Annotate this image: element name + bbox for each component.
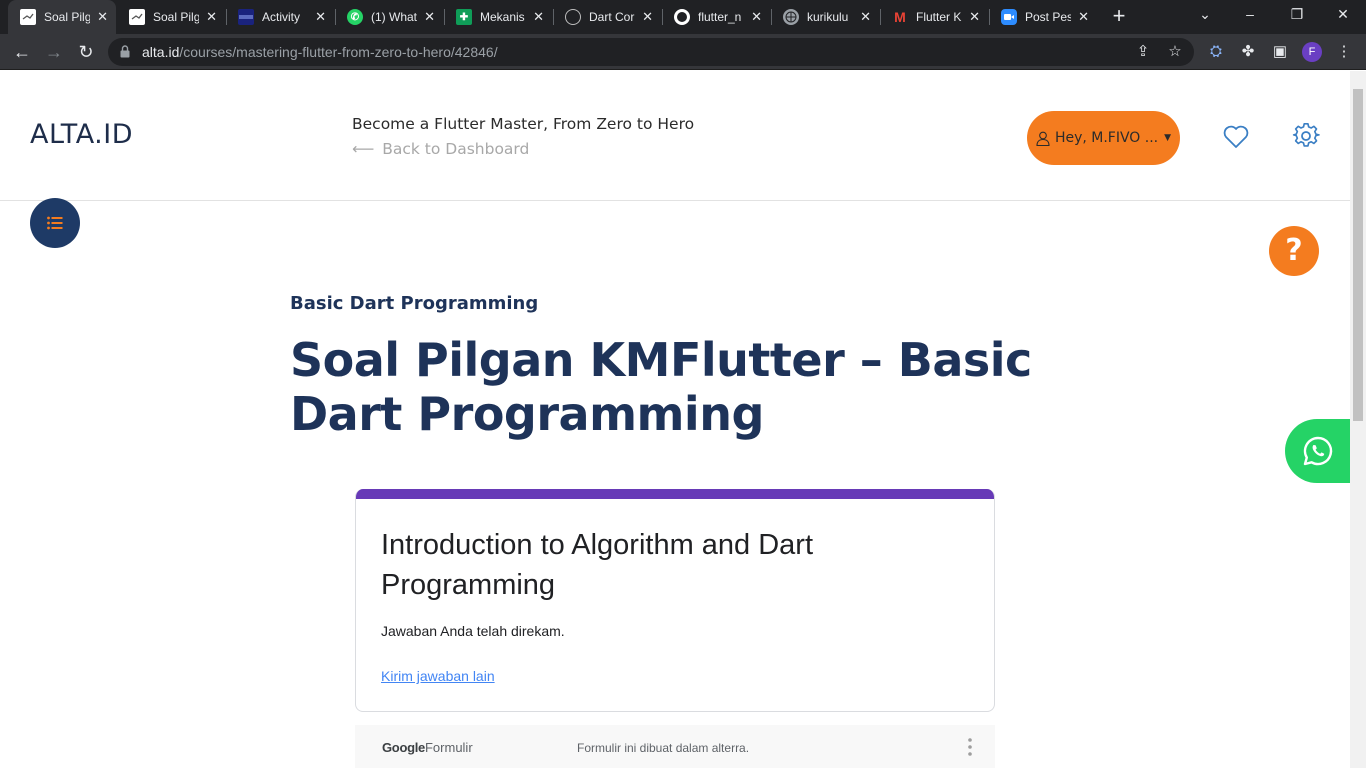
whatsapp-favicon-icon: ✆ bbox=[347, 9, 363, 25]
dart-favicon-icon bbox=[565, 9, 581, 25]
back-to-dashboard-link[interactable]: ⟵ Back to Dashboard bbox=[352, 140, 529, 158]
back-link-label: Back to Dashboard bbox=[382, 140, 530, 158]
list-icon bbox=[47, 216, 63, 230]
google-forms-logo[interactable]: GoogleFormulir bbox=[382, 740, 473, 755]
site-header: ALTA.ID Become a Flutter Master, From Ze… bbox=[0, 71, 1350, 201]
gear-icon[interactable] bbox=[1292, 122, 1320, 150]
address-bar[interactable]: alta.id/courses/mastering-flutter-from-z… bbox=[108, 38, 1194, 66]
reload-icon[interactable]: ↻ bbox=[75, 41, 97, 63]
zoom-favicon-icon bbox=[1001, 9, 1017, 25]
course-menu-button[interactable] bbox=[30, 198, 80, 248]
tab-title: Mekanis bbox=[480, 10, 525, 24]
section-label: Basic Dart Programming bbox=[290, 293, 539, 314]
browser-tab[interactable]: Soal Pilg ✕ bbox=[117, 4, 225, 30]
tab-title: Dart Cor bbox=[589, 10, 635, 24]
tab-title: Post Pes bbox=[1025, 10, 1071, 24]
globe-favicon-icon bbox=[783, 9, 799, 25]
course-title: Become a Flutter Master, From Zero to He… bbox=[352, 115, 695, 133]
menu-kebab-icon[interactable]: ⋮ bbox=[1334, 42, 1354, 62]
close-window-icon[interactable]: ✕ bbox=[1333, 6, 1353, 23]
close-tab-icon[interactable]: ✕ bbox=[642, 9, 653, 25]
tab-title: (1) What bbox=[371, 10, 417, 24]
close-tab-icon[interactable]: ✕ bbox=[969, 9, 980, 25]
whatsapp-chat-button[interactable] bbox=[1285, 419, 1350, 483]
browser-tab[interactable]: Activity ✕ bbox=[226, 4, 334, 30]
browser-tab[interactable]: kurikulu ✕ bbox=[771, 4, 879, 30]
close-tab-icon[interactable]: ✕ bbox=[1078, 9, 1089, 25]
alta-favicon-icon bbox=[20, 9, 36, 25]
scrollbar-thumb[interactable] bbox=[1353, 89, 1363, 421]
tab-title: Soal Pilg bbox=[44, 10, 90, 24]
extensions-puzzle-icon[interactable]: ✤ bbox=[1238, 42, 1258, 62]
google-forms-footer: GoogleFormulir Formulir ini dibuat dalam… bbox=[355, 725, 995, 768]
browser-tab[interactable]: Dart Cor ✕ bbox=[553, 4, 661, 30]
google-form-card: Introduction to Algorithm and Dart Progr… bbox=[355, 489, 995, 712]
caret-down-icon: ▼ bbox=[1164, 133, 1172, 143]
minimize-icon[interactable]: – bbox=[1240, 6, 1260, 22]
back-arrow-icon[interactable]: ← bbox=[11, 41, 33, 63]
close-tab-icon[interactable]: ✕ bbox=[533, 9, 544, 25]
whatsapp-icon bbox=[1303, 436, 1332, 466]
page-scrollbar[interactable] bbox=[1350, 71, 1366, 768]
close-tab-icon[interactable]: ✕ bbox=[315, 9, 326, 25]
close-tab-icon[interactable]: ✕ bbox=[860, 9, 871, 25]
web-page: ALTA.ID Become a Flutter Master, From Ze… bbox=[0, 71, 1350, 768]
form-footer-note: Formulir ini dibuat dalam alterra. bbox=[577, 741, 750, 755]
tab-title: Activity bbox=[262, 10, 301, 24]
browser-tab[interactable]: Soal Pilg ✕ bbox=[8, 0, 116, 34]
close-tab-icon[interactable]: ✕ bbox=[751, 9, 762, 25]
url-text[interactable]: alta.id/courses/mastering-flutter-from-z… bbox=[142, 44, 498, 60]
browser-toolbar: ← → ↻ alta.id/courses/mastering-flutter-… bbox=[0, 34, 1366, 70]
profile-avatar[interactable]: F bbox=[1302, 42, 1322, 62]
close-tab-icon[interactable]: ✕ bbox=[206, 9, 217, 25]
close-tab-icon[interactable]: ✕ bbox=[424, 9, 435, 25]
site-logo[interactable]: ALTA.ID bbox=[30, 119, 133, 150]
more-vertical-icon[interactable] bbox=[967, 737, 973, 757]
browser-tab[interactable]: flutter_n ✕ bbox=[662, 4, 770, 30]
lesson-title: Soal Pilgan KMFlutter – Basic Dart Progr… bbox=[290, 333, 1032, 441]
tab-title: kurikulu bbox=[807, 10, 849, 24]
forward-arrow-icon[interactable]: → bbox=[43, 41, 65, 63]
tab-title: flutter_n bbox=[698, 10, 742, 24]
help-button[interactable]: ? bbox=[1269, 226, 1319, 276]
browser-tab[interactable]: ✚ Mekanis ✕ bbox=[444, 4, 552, 30]
tab-title: Flutter K bbox=[916, 10, 962, 24]
github-favicon-icon bbox=[674, 9, 690, 25]
arrow-left-icon: ⟵ bbox=[352, 140, 375, 158]
heart-icon[interactable] bbox=[1222, 123, 1250, 151]
gmail-favicon-icon: M bbox=[894, 9, 906, 25]
browser-tab[interactable]: Post Pes ✕ bbox=[989, 4, 1097, 30]
close-tab-icon[interactable]: ✕ bbox=[97, 9, 108, 25]
user-icon bbox=[1036, 131, 1050, 146]
user-menu-button[interactable]: Hey, M.FIVO ... ▼ bbox=[1027, 111, 1180, 165]
submit-another-response-link[interactable]: Kirim jawaban lain bbox=[381, 668, 495, 684]
user-menu-label: Hey, M.FIVO ... bbox=[1054, 130, 1159, 146]
bookmark-star-icon[interactable]: ☆ bbox=[1166, 43, 1184, 61]
browser-tab[interactable]: ✆ (1) What ✕ bbox=[335, 4, 443, 30]
browser-tab[interactable]: M Flutter K ✕ bbox=[880, 4, 988, 30]
lock-icon[interactable] bbox=[120, 45, 130, 58]
form-confirmation-message: Jawaban Anda telah direkam. bbox=[381, 623, 565, 639]
side-panel-icon[interactable]: ▣ bbox=[1270, 42, 1290, 62]
sheets-favicon-icon: ✚ bbox=[456, 9, 472, 25]
form-title: Introduction to Algorithm and Dart Progr… bbox=[381, 529, 814, 601]
translate-extension-icon[interactable]: ⛭ bbox=[1206, 42, 1226, 62]
form-accent-bar bbox=[356, 489, 994, 499]
restore-icon[interactable]: ❐ bbox=[1287, 6, 1307, 23]
new-tab-icon[interactable]: + bbox=[1108, 5, 1130, 27]
alta-favicon-icon bbox=[129, 9, 145, 25]
activity-favicon-icon bbox=[238, 9, 254, 25]
tab-title: Soal Pilg bbox=[153, 10, 199, 24]
share-icon[interactable]: ⇪ bbox=[1134, 43, 1152, 61]
browser-tab-strip: Soal Pilg ✕ Soal Pilg ✕ Activity ✕ ✆ (1)… bbox=[0, 0, 1366, 34]
tab-search-chevron-icon[interactable]: ⌄ bbox=[1195, 6, 1215, 23]
